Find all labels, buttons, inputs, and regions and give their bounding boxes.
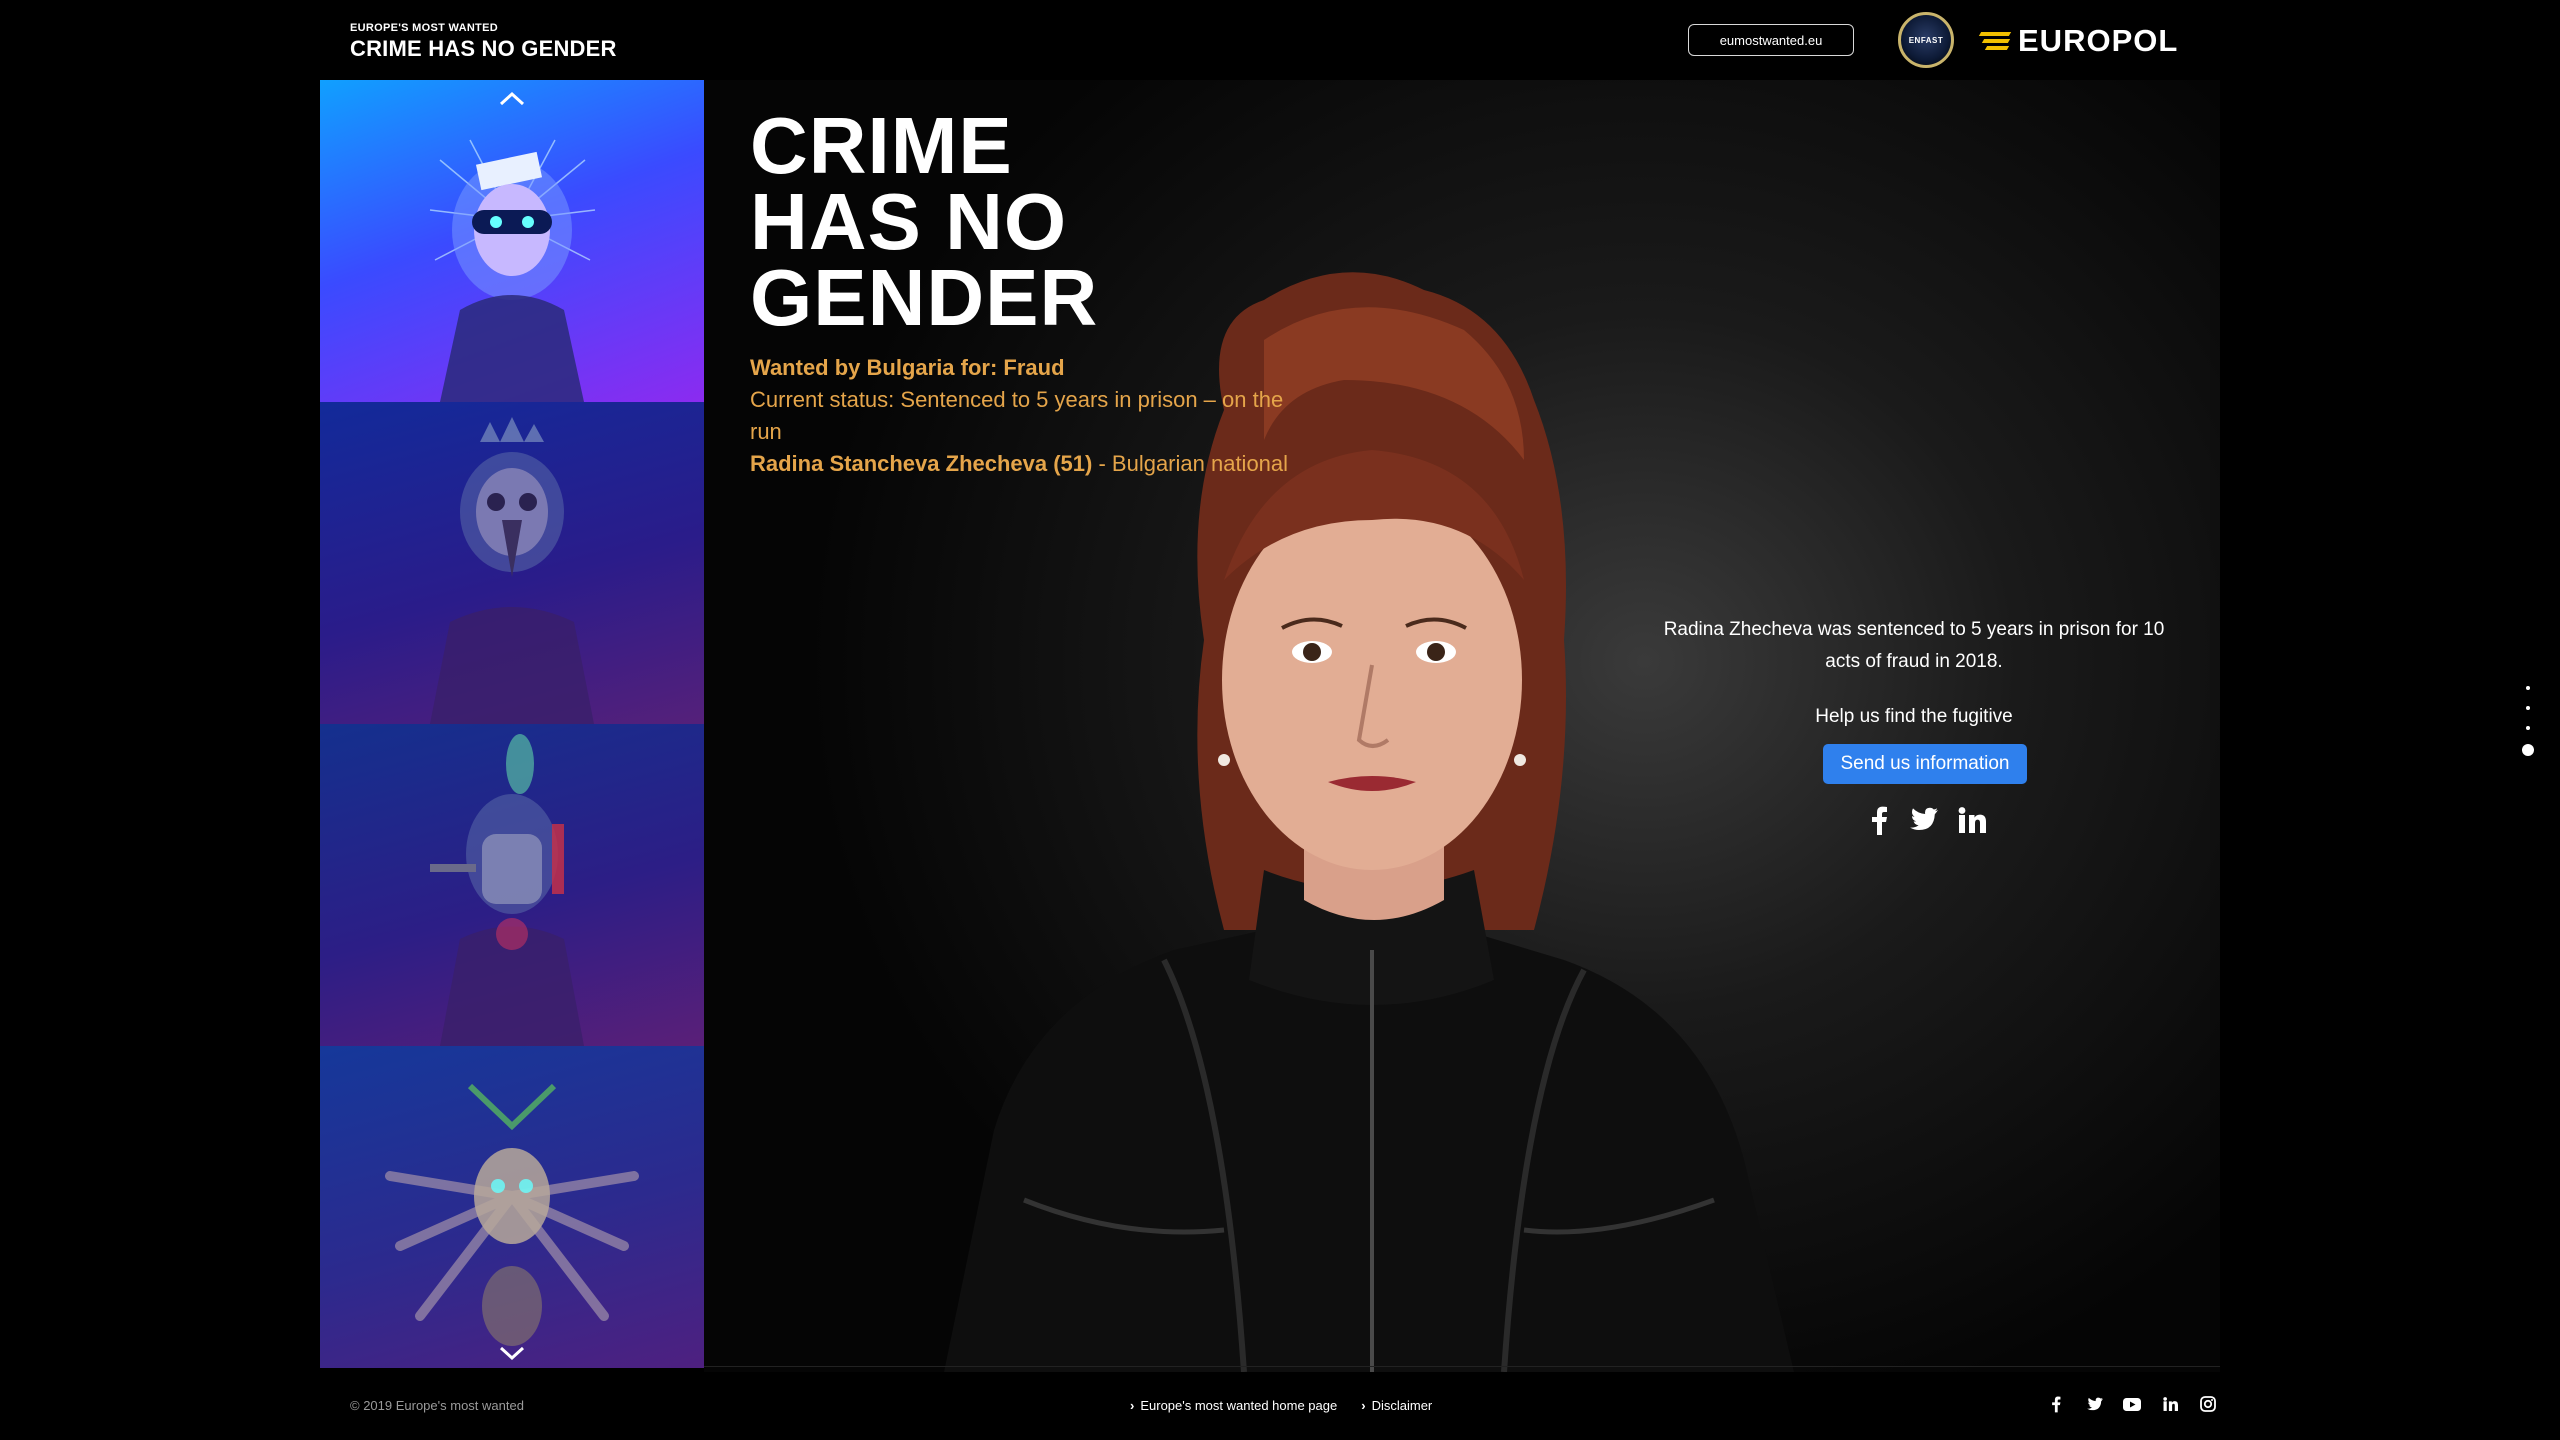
twitter-icon: [1910, 807, 1938, 830]
page-dot-3[interactable]: [2526, 726, 2530, 730]
wanted-line: Wanted by Bulgaria for: Fraud: [750, 355, 1065, 380]
footer-link-home-label: Europe's most wanted home page: [1140, 1398, 1338, 1413]
facebook-icon: [2052, 1396, 2061, 1413]
page-dots-nav: [2522, 686, 2534, 756]
share-linkedin-button[interactable]: [1958, 806, 1986, 838]
plague-mask-character-illustration: [430, 417, 594, 724]
facebook-icon: [1872, 806, 1887, 835]
footer-youtube-button[interactable]: [2122, 1394, 2142, 1414]
footer-instagram-button[interactable]: [2198, 1394, 2218, 1414]
footer-linkedin-button[interactable]: [2160, 1394, 2180, 1414]
linkedin-icon: [1958, 806, 1986, 833]
identity-line: Radina Stancheva Zhecheva (51) - Bulgari…: [750, 448, 1290, 480]
help-prompt: Help us find the fugitive: [1815, 706, 2013, 727]
sidebar-tile-mask-character[interactable]: [320, 80, 704, 402]
chevron-right-icon: ›: [1130, 1398, 1135, 1413]
footer-social-links: [2046, 1394, 2218, 1414]
headline-line-3: GENDER: [750, 253, 1099, 342]
brand-kicker: EUROPE'S MOST WANTED: [350, 22, 498, 34]
enfast-logo[interactable]: ENFAST: [1898, 12, 1954, 68]
site-header: EUROPE'S MOST WANTED CRIME HAS NO GENDER…: [0, 0, 2560, 80]
page-dot-2[interactable]: [2526, 706, 2530, 710]
main-content: CRIME HAS NO GENDER Wanted by Bulgaria f…: [704, 80, 2220, 1372]
linkedin-icon: [2162, 1397, 2178, 1411]
footer-link-home[interactable]: › Europe's most wanted home page: [1130, 1398, 1337, 1413]
page-headline: CRIME HAS NO GENDER: [750, 101, 1250, 342]
headline-line-1: CRIME: [750, 101, 1013, 190]
page-dot-4-active[interactable]: [2522, 744, 2534, 756]
sidebar-scroll-up-button[interactable]: [492, 84, 532, 114]
status-line: Current status: Sentenced to 5 years in …: [750, 387, 1284, 444]
sidebar-tile-gas-mask-character[interactable]: [320, 724, 704, 1046]
share-facebook-button[interactable]: [1870, 805, 1888, 840]
sidebar-scroll-down-button[interactable]: [492, 1338, 532, 1368]
mask-character-illustration: [429, 139, 596, 402]
fugitive-info: Wanted by Bulgaria for: Fraud Current st…: [750, 352, 1290, 480]
copyright-text: © 2019 Europe's most wanted: [350, 1398, 524, 1413]
europol-mark-icon: [1978, 30, 2012, 52]
eumostwanted-link-button[interactable]: eumostwanted.eu: [1688, 24, 1854, 56]
sidebar-tile-spider-character[interactable]: [320, 1046, 704, 1368]
share-links: [1858, 802, 1998, 842]
brand-lockup[interactable]: EUROPE'S MOST WANTED CRIME HAS NO GENDER: [350, 22, 617, 62]
footer-link-disclaimer[interactable]: › Disclaimer: [1361, 1398, 1432, 1413]
instagram-icon: [2200, 1396, 2216, 1412]
youtube-icon: [2123, 1397, 2141, 1411]
site-footer: © 2019 Europe's most wanted › Europe's mo…: [0, 1372, 2560, 1440]
spider-character-illustration: [385, 1083, 639, 1346]
chevron-down-icon: [499, 1346, 525, 1361]
footer-link-disclaimer-label: Disclaimer: [1371, 1398, 1433, 1413]
page-dot-1[interactable]: [2526, 686, 2530, 690]
fugitive-nationality: - Bulgarian national: [1092, 451, 1289, 476]
footer-facebook-button[interactable]: [2046, 1394, 2066, 1414]
europol-wordmark: EUROPOL: [2018, 23, 2179, 58]
footer-divider: [704, 1366, 2220, 1367]
enfast-logo-label: ENFAST: [1908, 35, 1944, 45]
twitter-icon: [2086, 1397, 2103, 1410]
send-information-button[interactable]: Send us information: [1823, 744, 2027, 784]
share-twitter-button[interactable]: [1908, 807, 1938, 838]
fugitive-name: Radina Stancheva Zhecheva (51): [750, 451, 1093, 476]
footer-twitter-button[interactable]: [2084, 1394, 2104, 1414]
brand-title: CRIME HAS NO GENDER: [350, 36, 617, 61]
gas-mask-character-illustration: [430, 734, 584, 1046]
headline-line-2: HAS NO: [750, 177, 1068, 266]
character-sidebar: [320, 80, 704, 1372]
chevron-right-icon: ›: [1361, 1398, 1366, 1413]
sidebar-tile-plague-mask-character[interactable]: [320, 402, 704, 724]
fugitive-description: Radina Zhecheva was sentenced to 5 years…: [1663, 619, 2165, 672]
footer-links: › Europe's most wanted home page › Disclai…: [1130, 1398, 1432, 1413]
europol-logo[interactable]: EUROPOL: [1978, 23, 2179, 58]
chevron-up-icon: [499, 91, 525, 106]
